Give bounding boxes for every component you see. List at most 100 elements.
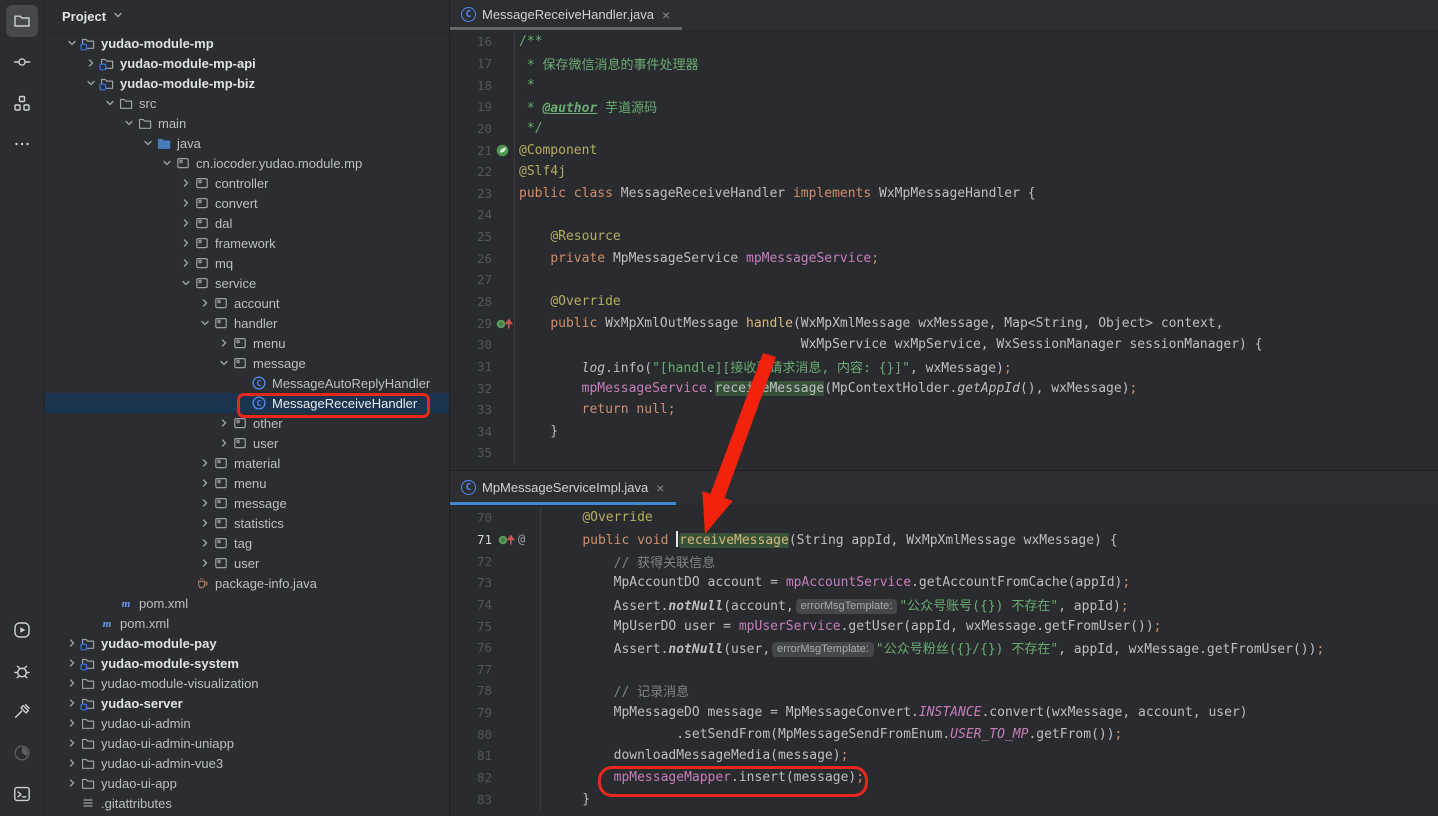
code-line-29[interactable]: 29 public WxMpXmlOutMessage handle(WxMpX… — [450, 312, 1438, 334]
tree-item-tag[interactable]: tag — [45, 533, 449, 553]
line-number[interactable]: 70 — [450, 510, 492, 525]
code-line-74[interactable]: 74 Assert.notNull(account,errorMsgTempla… — [450, 594, 1438, 616]
chevron-right-icon[interactable] — [197, 495, 213, 511]
close-icon[interactable]: × — [660, 7, 672, 23]
tree-item-framework[interactable]: framework — [45, 233, 449, 253]
tree-item-user[interactable]: user — [45, 553, 449, 573]
line-number[interactable]: 30 — [450, 337, 492, 352]
chevron-right-icon[interactable] — [216, 335, 232, 351]
code-line-26[interactable]: 26 private MpMessageService mpMessageSer… — [450, 247, 1438, 269]
code-line-34[interactable]: 34 } — [450, 421, 1438, 443]
tree-item-statistics[interactable]: statistics — [45, 513, 449, 533]
code-line-73[interactable]: 73 MpAccountDO account = mpAccountServic… — [450, 572, 1438, 594]
line-number[interactable]: 27 — [450, 272, 492, 287]
line-number[interactable]: 32 — [450, 381, 492, 396]
tree-item-yudao-module-system[interactable]: yudao-module-system — [45, 653, 449, 673]
run-icon[interactable] — [6, 614, 38, 646]
tab-message-receive-handler[interactable]: C MessageReceiveHandler.java × — [450, 0, 682, 30]
tree-item-yudao-module-mp-biz[interactable]: yudao-module-mp-biz — [45, 73, 449, 93]
code-line-70[interactable]: 70 @Override — [450, 507, 1438, 529]
chevron-down-icon[interactable] — [197, 315, 213, 331]
chevron-right-icon[interactable] — [178, 215, 194, 231]
code-line-35[interactable]: 35 — [450, 442, 1438, 464]
line-number[interactable]: 31 — [450, 359, 492, 374]
line-number[interactable]: 76 — [450, 640, 492, 655]
code-line-16[interactable]: 16/** — [450, 31, 1438, 53]
chevron-right-icon[interactable] — [64, 755, 80, 771]
line-number[interactable]: 18 — [450, 78, 492, 93]
code-line-19[interactable]: 19 * @author 芋道源码 — [450, 96, 1438, 118]
tree-item-cn-iocoder-yudao-module-mp[interactable]: cn.iocoder.yudao.module.mp — [45, 153, 449, 173]
line-number[interactable]: 78 — [450, 683, 492, 698]
line-number[interactable]: 74 — [450, 597, 492, 612]
line-number[interactable]: 35 — [450, 445, 492, 460]
tree-item-yudao-server[interactable]: yudao-server — [45, 693, 449, 713]
chevron-right-icon[interactable] — [178, 195, 194, 211]
tree-item-java[interactable]: java — [45, 133, 449, 153]
line-number[interactable]: 72 — [450, 554, 492, 569]
code-line-23[interactable]: 23public class MessageReceiveHandler imp… — [450, 182, 1438, 204]
code-line-80[interactable]: 80 .setSendFrom(MpMessageSendFromEnum.US… — [450, 723, 1438, 745]
tree-item-material[interactable]: material — [45, 453, 449, 473]
chevron-down-icon[interactable] — [140, 135, 156, 151]
code-line-28[interactable]: 28 @Override — [450, 291, 1438, 313]
chevron-right-icon[interactable] — [178, 235, 194, 251]
line-number[interactable]: 83 — [450, 792, 492, 807]
tree-item-dal[interactable]: dal — [45, 213, 449, 233]
line-number[interactable]: 21 — [450, 143, 492, 158]
code-line-81[interactable]: 81 downloadMessageMedia(message); — [450, 745, 1438, 767]
editor-mp-message-service-impl[interactable]: 70 @Override71@ public void receiveMessa… — [450, 507, 1438, 816]
code-line-72[interactable]: 72 // 获得关联信息 — [450, 550, 1438, 572]
tree-item-yudao-ui-admin-vue3[interactable]: yudao-ui-admin-vue3 — [45, 753, 449, 773]
line-number[interactable]: 81 — [450, 748, 492, 763]
chevron-down-icon[interactable] — [121, 115, 137, 131]
code-line-32[interactable]: 32 mpMessageService.receiveMessage(MpCon… — [450, 377, 1438, 399]
chevron-down-icon[interactable] — [178, 275, 194, 291]
line-number[interactable]: 34 — [450, 424, 492, 439]
tree-item-pom-xml[interactable]: mpom.xml — [45, 613, 449, 633]
chevron-right-icon[interactable] — [64, 635, 80, 651]
line-number[interactable]: 24 — [450, 207, 492, 222]
line-number[interactable]: 25 — [450, 229, 492, 244]
chevron-right-icon[interactable] — [178, 255, 194, 271]
line-number[interactable]: 75 — [450, 619, 492, 634]
line-number[interactable]: 22 — [450, 164, 492, 179]
line-number[interactable]: 26 — [450, 251, 492, 266]
chevron-right-icon[interactable] — [64, 735, 80, 751]
tree-item-message[interactable]: message — [45, 353, 449, 373]
project-folder-icon[interactable] — [6, 5, 38, 37]
code-line-77[interactable]: 77 — [450, 658, 1438, 680]
chevron-right-icon[interactable] — [197, 475, 213, 491]
tree-item-user[interactable]: user — [45, 433, 449, 453]
tree-item-mq[interactable]: mq — [45, 253, 449, 273]
tree-item-messagereceivehandler[interactable]: CMessageReceiveHandler — [45, 393, 449, 413]
code-line-78[interactable]: 78 // 记录消息 — [450, 680, 1438, 702]
line-number[interactable]: 33 — [450, 402, 492, 417]
code-line-82[interactable]: 82 mpMessageMapper.insert(message); — [450, 767, 1438, 789]
tree-item-yudao-module-mp[interactable]: yudao-module-mp — [45, 33, 449, 53]
code-line-22[interactable]: 22@Slf4j — [450, 161, 1438, 183]
tree-item-package-info-java[interactable]: package-info.java — [45, 573, 449, 593]
chevron-right-icon[interactable] — [64, 655, 80, 671]
debug-icon[interactable] — [6, 655, 38, 687]
chevron-down-icon[interactable] — [159, 155, 175, 171]
chevron-right-icon[interactable] — [197, 455, 213, 471]
tree-item-account[interactable]: account — [45, 293, 449, 313]
tree-item-convert[interactable]: convert — [45, 193, 449, 213]
code-line-71[interactable]: 71@ public void receiveMessage(String ap… — [450, 529, 1438, 551]
terminal-icon[interactable] — [6, 778, 38, 810]
tree-item--gitattributes[interactable]: .gitattributes — [45, 793, 449, 813]
code-line-30[interactable]: 30 WxMpService wxMpService, WxSessionMan… — [450, 334, 1438, 356]
structure-icon[interactable] — [6, 87, 38, 119]
tree-item-menu[interactable]: menu — [45, 333, 449, 353]
chevron-right-icon[interactable] — [64, 675, 80, 691]
chevron-right-icon[interactable] — [83, 55, 99, 71]
code-line-31[interactable]: 31 log.info("[handle][接收到请求消息, 内容: {}]",… — [450, 356, 1438, 378]
chevron-right-icon[interactable] — [197, 535, 213, 551]
line-number[interactable]: 71 — [450, 532, 492, 547]
override-gutter-icon[interactable] — [492, 312, 515, 334]
tree-item-pom-xml[interactable]: mpom.xml — [45, 593, 449, 613]
tree-item-yudao-module-pay[interactable]: yudao-module-pay — [45, 633, 449, 653]
tree-item-yudao-ui-admin[interactable]: yudao-ui-admin — [45, 713, 449, 733]
code-line-76[interactable]: 76 Assert.notNull(user,errorMsgTemplate:… — [450, 637, 1438, 659]
